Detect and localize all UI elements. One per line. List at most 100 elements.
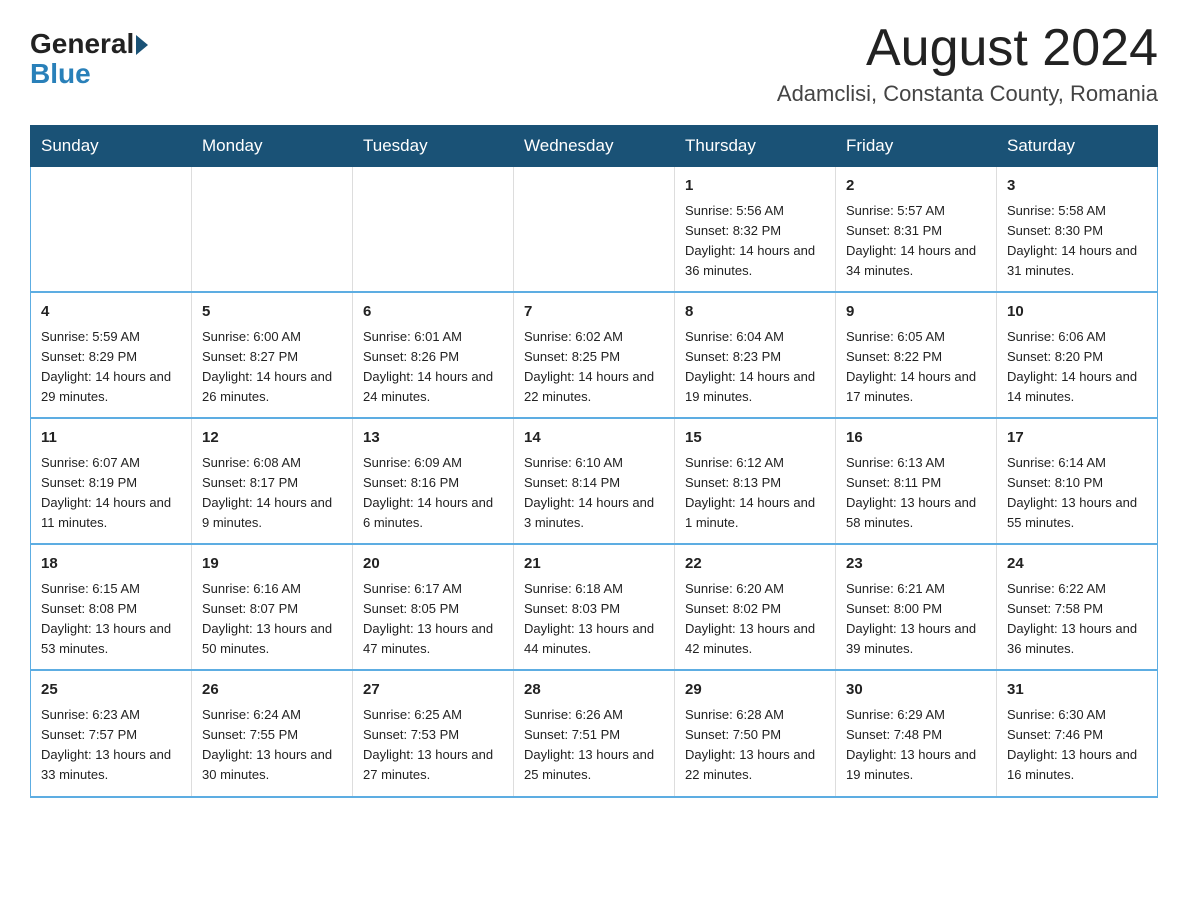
day-number: 4 — [41, 301, 181, 324]
day-number: 15 — [685, 427, 825, 450]
calendar-cell: 31 Sunrise: 6:30 AM Sunset: 7:46 PM Dayli… — [997, 670, 1158, 796]
day-number: 20 — [363, 553, 503, 576]
calendar-cell: 1 Sunrise: 5:56 AM Sunset: 8:32 PM Daylig… — [675, 167, 836, 293]
day-number: 3 — [1007, 175, 1147, 198]
day-info: Sunrise: 6:12 AM Sunset: 8:13 PM Dayligh… — [685, 453, 825, 534]
day-number: 28 — [524, 679, 664, 702]
calendar-cell: 10Sunrise: 6:06 AM Sunset: 8:20 PM Dayli… — [997, 292, 1158, 418]
week-row-1: 1 Sunrise: 5:56 AM Sunset: 8:32 PM Daylig… — [31, 167, 1158, 293]
day-number: 1 — [685, 175, 825, 198]
day-info: Sunrise: 6:17 AM Sunset: 8:05 PM Dayligh… — [363, 579, 503, 660]
day-info: Sunrise: 6:08 AM Sunset: 8:17 PM Dayligh… — [202, 453, 342, 534]
day-number: 23 — [846, 553, 986, 576]
calendar-cell: 13 Sunrise: 6:09 AM Sunset: 8:16 PM Dayli… — [353, 418, 514, 544]
day-info: Sunrise: 6:07 AM Sunset: 8:19 PM Dayligh… — [41, 453, 181, 534]
day-info: Sunrise: 6:20 AM Sunset: 8:02 PM Dayligh… — [685, 579, 825, 660]
day-number: 25 — [41, 679, 181, 702]
calendar-cell: 18 Sunrise: 6:15 AM Sunset: 8:08 PM Dayli… — [31, 544, 192, 670]
day-number: 10 — [1007, 301, 1147, 324]
day-info: Sunrise: 6:30 AM Sunset: 7:46 PM Dayligh… — [1007, 705, 1147, 786]
day-number: 26 — [202, 679, 342, 702]
day-info: Sunrise: 6:14 AM Sunset: 8:10 PM Dayligh… — [1007, 453, 1147, 534]
calendar-cell — [192, 167, 353, 293]
day-number: 13 — [363, 427, 503, 450]
day-number: 7 — [524, 301, 664, 324]
day-number: 2 — [846, 175, 986, 198]
day-info: Sunrise: 6:15 AM Sunset: 8:08 PM Dayligh… — [41, 579, 181, 660]
day-info: Sunrise: 6:23 AM Sunset: 7:57 PM Dayligh… — [41, 705, 181, 786]
calendar-cell: 7 Sunrise: 6:02 AM Sunset: 8:25 PM Daylig… — [514, 292, 675, 418]
week-row-2: 4 Sunrise: 5:59 AM Sunset: 8:29 PM Daylig… — [31, 292, 1158, 418]
day-number: 27 — [363, 679, 503, 702]
day-info: Sunrise: 6:04 AM Sunset: 8:23 PM Dayligh… — [685, 327, 825, 408]
calendar-cell: 23Sunrise: 6:21 AM Sunset: 8:00 PM Dayli… — [836, 544, 997, 670]
day-number: 29 — [685, 679, 825, 702]
calendar-cell: 2 Sunrise: 5:57 AM Sunset: 8:31 PM Daylig… — [836, 167, 997, 293]
calendar-cell: 21 Sunrise: 6:18 AM Sunset: 8:03 PM Dayli… — [514, 544, 675, 670]
logo-general: General — [30, 30, 134, 58]
day-info: Sunrise: 6:10 AM Sunset: 8:14 PM Dayligh… — [524, 453, 664, 534]
calendar-cell: 4 Sunrise: 5:59 AM Sunset: 8:29 PM Daylig… — [31, 292, 192, 418]
logo-triangle-icon — [136, 35, 148, 55]
calendar-cell — [31, 167, 192, 293]
day-info: Sunrise: 5:56 AM Sunset: 8:32 PM Dayligh… — [685, 201, 825, 282]
day-header-tuesday: Tuesday — [353, 126, 514, 167]
day-header-thursday: Thursday — [675, 126, 836, 167]
calendar-cell: 27 Sunrise: 6:25 AM Sunset: 7:53 PM Dayli… — [353, 670, 514, 796]
calendar-cell: 17 Sunrise: 6:14 AM Sunset: 8:10 PM Dayli… — [997, 418, 1158, 544]
day-number: 5 — [202, 301, 342, 324]
calendar-cell: 26Sunrise: 6:24 AM Sunset: 7:55 PM Dayli… — [192, 670, 353, 796]
day-number: 6 — [363, 301, 503, 324]
day-info: Sunrise: 6:18 AM Sunset: 8:03 PM Dayligh… — [524, 579, 664, 660]
calendar-cell: 30Sunrise: 6:29 AM Sunset: 7:48 PM Dayli… — [836, 670, 997, 796]
day-info: Sunrise: 6:13 AM Sunset: 8:11 PM Dayligh… — [846, 453, 986, 534]
day-number: 22 — [685, 553, 825, 576]
day-header-wednesday: Wednesday — [514, 126, 675, 167]
calendar-cell: 24 Sunrise: 6:22 AM Sunset: 7:58 PM Dayli… — [997, 544, 1158, 670]
logo: General Blue — [30, 30, 148, 90]
calendar-cell — [353, 167, 514, 293]
page-title: August 2024 — [777, 20, 1158, 77]
title-area: August 2024 Adamclisi, Constanta County,… — [777, 20, 1158, 107]
day-info: Sunrise: 5:59 AM Sunset: 8:29 PM Dayligh… — [41, 327, 181, 408]
day-number: 17 — [1007, 427, 1147, 450]
day-number: 30 — [846, 679, 986, 702]
calendar-cell: 15 Sunrise: 6:12 AM Sunset: 8:13 PM Dayli… — [675, 418, 836, 544]
day-info: Sunrise: 6:02 AM Sunset: 8:25 PM Dayligh… — [524, 327, 664, 408]
day-info: Sunrise: 6:01 AM Sunset: 8:26 PM Dayligh… — [363, 327, 503, 408]
day-number: 16 — [846, 427, 986, 450]
day-info: Sunrise: 6:09 AM Sunset: 8:16 PM Dayligh… — [363, 453, 503, 534]
calendar-cell: 20 Sunrise: 6:17 AM Sunset: 8:05 PM Dayli… — [353, 544, 514, 670]
header-row: SundayMondayTuesdayWednesdayThursdayFrid… — [31, 126, 1158, 167]
calendar-cell — [514, 167, 675, 293]
calendar-cell: 5 Sunrise: 6:00 AM Sunset: 8:27 PM Daylig… — [192, 292, 353, 418]
calendar-cell: 9Sunrise: 6:05 AM Sunset: 8:22 PM Daylig… — [836, 292, 997, 418]
calendar-cell: 16 Sunrise: 6:13 AM Sunset: 8:11 PM Dayli… — [836, 418, 997, 544]
calendar-cell: 14 Sunrise: 6:10 AM Sunset: 8:14 PM Dayli… — [514, 418, 675, 544]
day-info: Sunrise: 6:22 AM Sunset: 7:58 PM Dayligh… — [1007, 579, 1147, 660]
day-number: 21 — [524, 553, 664, 576]
day-info: Sunrise: 6:16 AM Sunset: 8:07 PM Dayligh… — [202, 579, 342, 660]
day-info: Sunrise: 6:25 AM Sunset: 7:53 PM Dayligh… — [363, 705, 503, 786]
calendar-cell: 28 Sunrise: 6:26 AM Sunset: 7:51 PM Dayli… — [514, 670, 675, 796]
day-number: 18 — [41, 553, 181, 576]
day-number: 8 — [685, 301, 825, 324]
calendar-table: SundayMondayTuesdayWednesdayThursdayFrid… — [30, 125, 1158, 797]
day-number: 14 — [524, 427, 664, 450]
day-number: 31 — [1007, 679, 1147, 702]
day-header-saturday: Saturday — [997, 126, 1158, 167]
day-number: 24 — [1007, 553, 1147, 576]
day-info: Sunrise: 6:00 AM Sunset: 8:27 PM Dayligh… — [202, 327, 342, 408]
header: General Blue August 2024 Adamclisi, Cons… — [30, 20, 1158, 107]
day-header-monday: Monday — [192, 126, 353, 167]
logo-blue: Blue — [30, 58, 91, 90]
day-header-friday: Friday — [836, 126, 997, 167]
day-info: Sunrise: 5:57 AM Sunset: 8:31 PM Dayligh… — [846, 201, 986, 282]
day-info: Sunrise: 6:26 AM Sunset: 7:51 PM Dayligh… — [524, 705, 664, 786]
day-number: 9 — [846, 301, 986, 324]
day-info: Sunrise: 6:28 AM Sunset: 7:50 PM Dayligh… — [685, 705, 825, 786]
calendar-cell: 25 Sunrise: 6:23 AM Sunset: 7:57 PM Dayli… — [31, 670, 192, 796]
week-row-3: 11Sunrise: 6:07 AM Sunset: 8:19 PM Dayli… — [31, 418, 1158, 544]
subtitle: Adamclisi, Constanta County, Romania — [777, 81, 1158, 107]
calendar-cell: 12Sunrise: 6:08 AM Sunset: 8:17 PM Dayli… — [192, 418, 353, 544]
